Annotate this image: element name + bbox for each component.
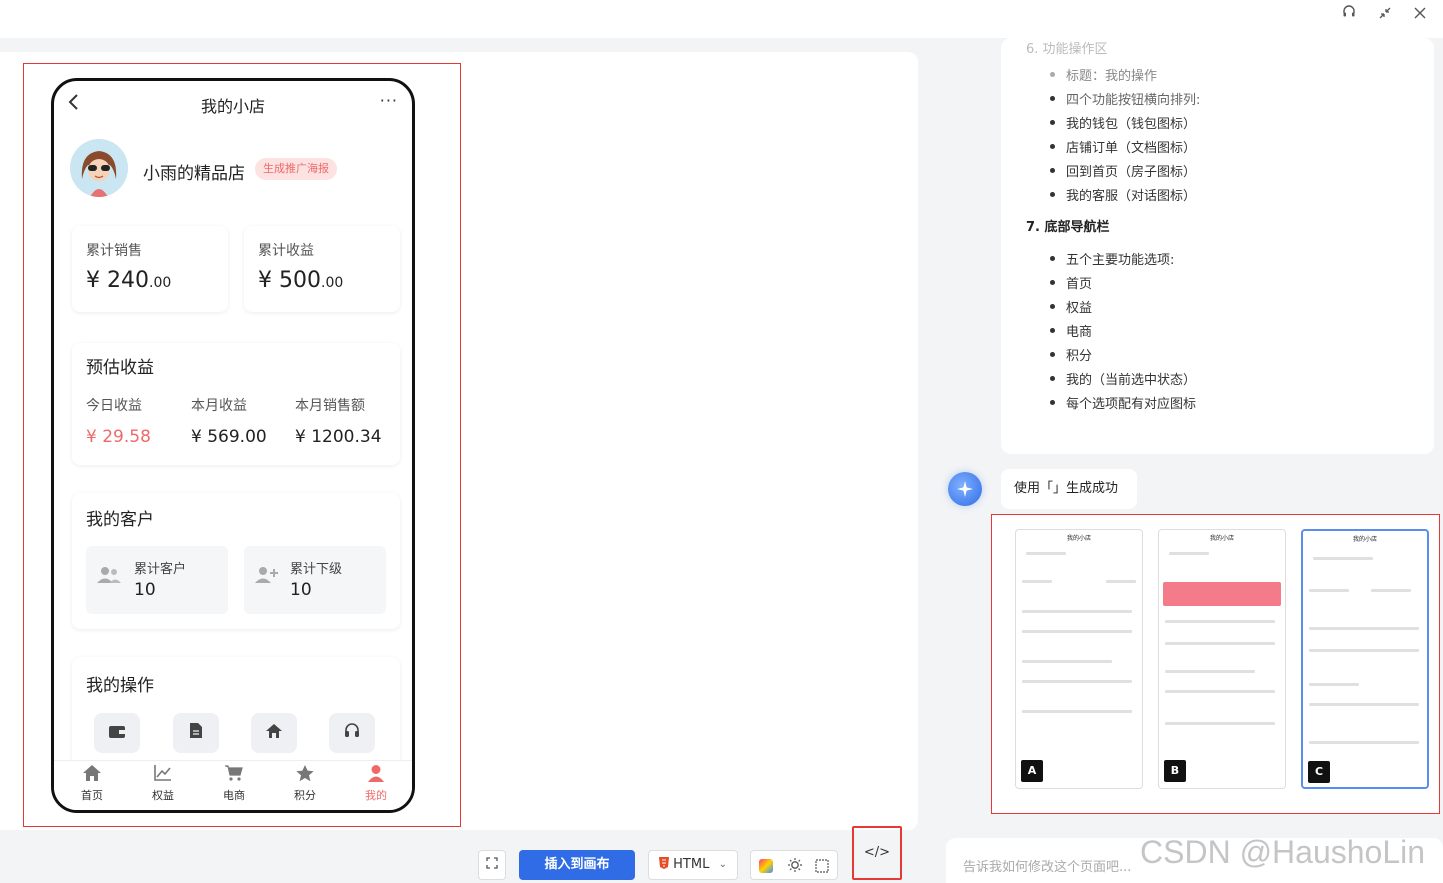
list-item: 店铺订单（文档图标） (1049, 137, 1196, 156)
user-plus-icon (255, 566, 279, 589)
design-thumbnails: 我的小店 A 我的小店 B 我的小店 C (991, 514, 1440, 814)
tab-mine[interactable]: 我的 (346, 765, 406, 803)
stat-label: 累计销售 (86, 243, 142, 259)
sun-icon[interactable] (787, 857, 803, 877)
format-select[interactable]: HTML ⌄ (648, 850, 738, 880)
sparkle-icon (957, 481, 973, 497)
customer-label: 累计客户 (134, 562, 187, 577)
estimate-value: ¥ 1200.34 (295, 427, 382, 447)
bot-message: 使用「」生成成功 (1001, 469, 1137, 509)
phone-header: 我的小店 ··· (54, 81, 412, 129)
service-button[interactable] (329, 713, 375, 753)
bottom-tab-bar: 首页 权益 电商 积分 我的 (54, 760, 412, 810)
fullscreen-button[interactable] (478, 850, 506, 880)
section-heading: 7. 底部导航栏 (1026, 220, 1110, 235)
tab-ecommerce[interactable]: 电商 (204, 765, 264, 803)
tab-points[interactable]: 积分 (275, 765, 335, 803)
estimate-label: 本月销售额 (295, 398, 365, 414)
list-item: 我的（当前选中状态） (1049, 369, 1196, 388)
users-icon (97, 566, 121, 589)
section-title: 我的客户 (86, 510, 154, 530)
tab-home[interactable]: 首页 (62, 765, 122, 803)
section-title: 我的操作 (86, 676, 154, 696)
list-item: 四个功能按钮横向排列: (1049, 89, 1200, 108)
thumbnail-title: 我的小店 (1066, 535, 1091, 542)
list-item: 我的客服（对话图标） (1049, 185, 1196, 204)
phone-preview: 我的小店 ··· 小雨的精品店 生成推广海报 累计销售 ¥ 240.00 累计收… (51, 78, 415, 813)
faded-heading: 6. 功能操作区 (1026, 42, 1108, 57)
list-item: 电商 (1049, 321, 1092, 340)
thumbnail-letter: B (1164, 760, 1186, 782)
close-icon[interactable] (1409, 4, 1431, 26)
color-icon[interactable] (759, 858, 773, 877)
top-bar (0, 0, 1443, 38)
home-icon (62, 765, 122, 785)
wallet-icon (109, 726, 125, 738)
estimate-value: ¥ 569.00 (191, 427, 267, 447)
thumbnail-a[interactable]: 我的小店 A (1015, 529, 1143, 789)
view-tools (750, 850, 838, 880)
more-icon[interactable]: ··· (380, 91, 398, 110)
list-item: 首页 (1049, 273, 1092, 292)
orders-button[interactable] (173, 713, 219, 753)
poster-badge[interactable]: 生成推广海报 (255, 158, 337, 180)
insert-canvas-button[interactable]: 插入到画布 (519, 850, 635, 880)
stat-value: ¥ 500.00 (258, 268, 344, 293)
user-icon (346, 765, 406, 785)
thumbnail-b[interactable]: 我的小店 B (1158, 529, 1286, 789)
bot-avatar (948, 472, 982, 506)
cart-icon (204, 765, 264, 785)
customer-total-card[interactable]: 累计客户 10 (86, 546, 228, 614)
shop-name: 小雨的精品店 (143, 164, 245, 184)
thumbnail-letter: A (1021, 760, 1043, 782)
phone-title: 我的小店 (200, 97, 265, 116)
headset-icon[interactable] (1338, 4, 1360, 26)
avatar (70, 139, 128, 197)
list-item: 标题：我的操作 (1049, 65, 1157, 84)
thumbnail-title: 我的小店 (1209, 535, 1234, 542)
house-icon (266, 724, 282, 738)
document-icon (190, 723, 202, 738)
list-item: 五个主要功能选项: (1049, 249, 1174, 268)
star-icon (275, 765, 335, 785)
stat-card-sales: 累计销售 ¥ 240.00 (72, 226, 228, 312)
shrink-icon[interactable] (1374, 4, 1396, 26)
estimate-label: 今日收益 (86, 398, 142, 414)
watermark: CSDN @HaushoLin (1140, 834, 1426, 870)
stat-value: ¥ 240.00 (86, 268, 172, 293)
customer-value: 10 (290, 580, 312, 600)
list-item: 每个选项配有对应图标 (1049, 393, 1196, 412)
tab-benefits[interactable]: 权益 (133, 765, 193, 803)
list-item: 回到首页（房子图标） (1049, 161, 1196, 180)
expand-icon (486, 857, 498, 869)
chart-icon (133, 765, 193, 785)
thumbnail-letter: C (1308, 761, 1330, 783)
customer-sub-card[interactable]: 累计下级 10 (244, 546, 386, 614)
section-title: 预估收益 (86, 358, 154, 378)
estimate-label: 本月收益 (191, 398, 247, 414)
estimate-value: ¥ 29.58 (86, 427, 151, 447)
thumbnail-title: 我的小店 (1352, 536, 1377, 543)
wallet-button[interactable] (94, 713, 140, 753)
frame-icon[interactable] (815, 858, 829, 877)
chat-message-panel: 6. 功能操作区 标题：我的操作 四个功能按钮横向排列: 我的钱包（钱包图标） … (1001, 38, 1434, 454)
customers-card: 我的客户 累计客户 10 累计下级 10 (72, 493, 400, 629)
home-button[interactable] (251, 713, 297, 753)
customer-label: 累计下级 (290, 562, 343, 577)
stat-label: 累计收益 (258, 243, 314, 259)
stat-card-earnings: 累计收益 ¥ 500.00 (244, 226, 400, 312)
input-placeholder: 告诉我如何修改这个页面吧... (963, 860, 1132, 875)
estimate-card: 预估收益 今日收益 ¥ 29.58 本月收益 ¥ 569.00 本月销售额 ¥ … (72, 343, 400, 465)
thumbnail-c[interactable]: 我的小店 C (1301, 529, 1429, 789)
format-label: HTML (673, 857, 710, 872)
operations-card: 我的操作 (72, 657, 400, 777)
list-item: 权益 (1049, 297, 1092, 316)
html5-icon (659, 857, 669, 869)
customer-value: 10 (134, 580, 156, 600)
list-item: 我的钱包（钱包图标） (1049, 113, 1196, 132)
chevron-down-icon: ⌄ (718, 859, 727, 870)
code-button[interactable]: </> (852, 826, 902, 880)
list-item: 积分 (1049, 345, 1092, 364)
headset-icon (345, 723, 359, 737)
